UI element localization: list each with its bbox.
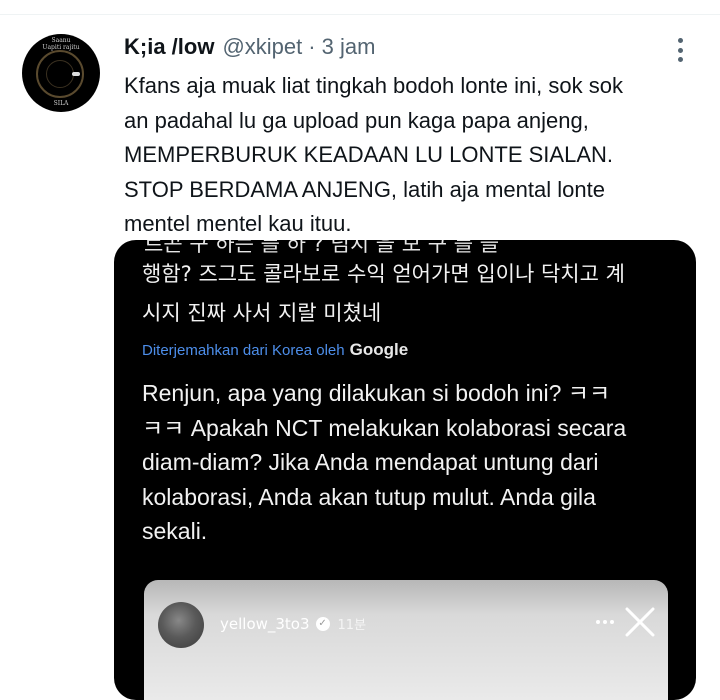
google-logo-text: Google	[349, 340, 409, 359]
translation-line: sekali.	[142, 518, 208, 544]
tweet-header: K;ia /low @xkipet · 3 jam	[124, 34, 375, 64]
more-vertical-icon[interactable]	[668, 36, 692, 64]
story-more-dot	[610, 620, 614, 624]
verified-badge-icon: ✓	[315, 616, 330, 631]
korean-text-line: 행함? 즈그도 콜라보로 수익 얻어가면 입이나 닥치고 계	[142, 262, 625, 286]
top-divider	[0, 14, 720, 15]
translation-line: Renjun, apa yang dilakukan si bodoh ini?…	[142, 380, 611, 406]
translated-by-label[interactable]: Diterjemahkan dari Korea oleh Google	[142, 340, 408, 360]
story-avatar	[158, 602, 204, 648]
translation-text: Renjun, apa yang dilakukan si bodoh ini?…	[142, 376, 682, 549]
more-dot	[677, 57, 683, 62]
translated-label-text: Diterjemahkan dari Korea oleh	[142, 342, 345, 359]
avatar-mark	[72, 72, 80, 76]
more-dot	[677, 47, 683, 53]
korean-text-line: 시지 진짜 사서 지랄 미쳤네	[142, 301, 382, 325]
tweet-text-line: STOP BERDAMA ANJENG, latih aja mental lo…	[124, 176, 605, 202]
story-username: yellow_3to3	[220, 614, 310, 633]
tweet-media-image[interactable]: 르곤 구 하는 를 하 ? 넘치 을 보 구 를 늘 행함? 즈그도 콜라보로 …	[114, 240, 696, 700]
story-time: 11분	[337, 618, 367, 633]
close-icon	[625, 607, 655, 637]
tweet-time[interactable]: 3 jam	[322, 34, 376, 60]
embedded-story-card: yellow_3to3 ✓ 11분	[144, 580, 668, 700]
display-name[interactable]: K;ia /low	[124, 34, 214, 60]
story-more-dot	[603, 620, 607, 624]
translation-line: diam-diam? Jika Anda mendapat untung dar…	[142, 449, 599, 475]
avatar-bottom-text: SILA	[53, 100, 69, 107]
story-user-row: yellow_3to3 ✓ 11분	[220, 614, 367, 634]
tweet-text: Kfans aja muak liat tingkah bodoh lonte …	[124, 69, 704, 242]
avatar[interactable]: Saanu Uapiti rajitu SILA	[22, 34, 100, 112]
more-dot	[677, 38, 683, 43]
story-more-dot	[596, 620, 600, 624]
story-more-icon	[596, 620, 614, 624]
media-cut-text-line: 르곤 구 하는 를 하 ? 넘치 을 보 구 를 늘	[144, 240, 500, 256]
translation-line: ㅋㅋ Apakah NCT melakukan kolaborasi secar…	[142, 414, 627, 441]
tweet-text-line: Kfans aja muak liat tingkah bodoh lonte …	[124, 73, 623, 98]
header-separator: ·	[308, 34, 316, 59]
translation-line: kolaborasi, Anda akan tutup mulut. Anda …	[142, 483, 596, 510]
tweet-text-line: mentel mentel kau ituu.	[124, 211, 352, 236]
avatar-top-text: Saanu Uapiti rajitu	[42, 37, 80, 51]
avatar-ring-inner	[46, 60, 74, 88]
tweet-text-line: an padahal lu ga upload pun kaga papa an…	[124, 107, 589, 133]
user-handle[interactable]: @xkipet	[222, 34, 302, 60]
tweet-text-line: MEMPERBURUK KEADAAN LU LONTE SIALAN.	[124, 142, 614, 167]
